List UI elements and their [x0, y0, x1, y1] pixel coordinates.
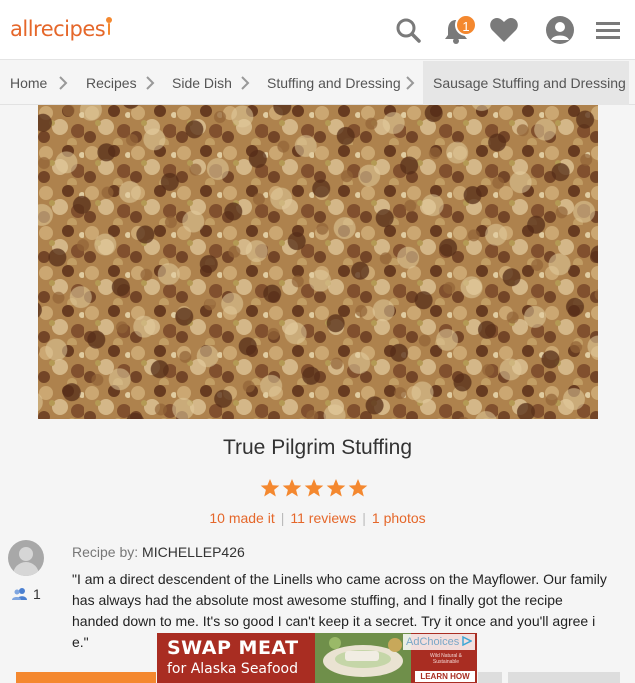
chevron-right-icon: [59, 76, 68, 90]
followers-count[interactable]: 1: [12, 586, 41, 602]
review-photo[interactable]: [38, 105, 598, 419]
search-icon[interactable]: [392, 14, 424, 46]
recipe-by-label: Recipe by:: [72, 544, 139, 560]
ad-subheadline: for Alaska Seafood: [167, 661, 298, 677]
action-button[interactable]: [478, 672, 502, 683]
star-icon: [282, 479, 302, 497]
ad-food-image: [315, 633, 411, 683]
breadcrumb-home[interactable]: Home: [10, 61, 47, 105]
profile-icon[interactable]: [544, 14, 576, 46]
chevron-right-icon: [241, 76, 250, 90]
author-name[interactable]: MICHELLEP426: [142, 544, 245, 560]
ad-headline: SWAP MEAT: [167, 637, 299, 659]
allrecipes-logo[interactable]: allrecipes: [10, 16, 113, 41]
made-it-link[interactable]: 10 made it: [209, 510, 274, 526]
adchoices-link[interactable]: AdChoices: [403, 634, 476, 650]
breadcrumb-stuffing-and-dressing[interactable]: Stuffing and Dressing: [267, 61, 401, 105]
recipe-by: Recipe by: MICHELLEP426: [72, 544, 245, 560]
photos-link[interactable]: 1 photos: [372, 510, 426, 526]
reviews-link[interactable]: 11 reviews: [290, 510, 356, 526]
star-icon: [326, 479, 346, 497]
breadcrumb-side-dish[interactable]: Side Dish: [172, 61, 232, 105]
star-icon: [260, 479, 280, 497]
chevron-right-icon: [146, 76, 155, 90]
menu-icon[interactable]: [592, 14, 624, 46]
site-header: allrecipes 1: [0, 0, 635, 60]
ad-fine-print: Wild Natural & Sustainable: [430, 653, 462, 665]
review-title: True Pilgrim Stuffing: [222, 436, 413, 459]
breadcrumb-recipes[interactable]: Recipes: [86, 61, 137, 105]
breadcrumb-current: Sausage Stuffing and Dressing: [423, 61, 629, 105]
author-avatar[interactable]: [8, 540, 44, 576]
notification-badge[interactable]: 1: [455, 14, 477, 36]
action-button[interactable]: [16, 672, 156, 683]
star-icon: [304, 479, 324, 497]
recipe-stats: 10 made it | 11 reviews | 1 photos: [0, 510, 635, 526]
divider: |: [362, 510, 366, 526]
logo-spoon-icon: [106, 17, 113, 35]
followers-icon: [12, 588, 27, 600]
star-icon: [348, 479, 368, 497]
breadcrumb: Home Recipes Side Dish Stuffing and Dres…: [0, 61, 635, 105]
rating-stars: [260, 479, 368, 497]
ad-learn-how-button[interactable]: LEARN HOW: [415, 671, 475, 682]
chevron-right-icon: [406, 76, 415, 90]
divider: |: [280, 510, 285, 526]
heart-icon[interactable]: [488, 14, 520, 46]
adchoices-icon: [462, 635, 473, 647]
action-button[interactable]: [508, 672, 620, 683]
